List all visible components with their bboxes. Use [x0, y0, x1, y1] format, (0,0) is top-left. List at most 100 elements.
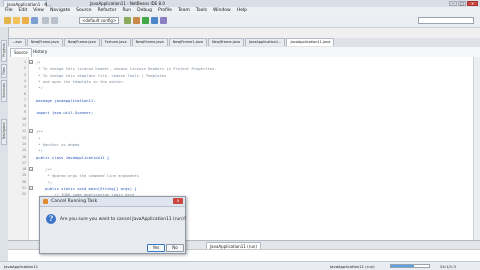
editor-scrollbar[interactable]: [473, 57, 480, 240]
line-number: 10: [22, 116, 26, 121]
dialog-title: Cancel Running Task: [51, 199, 98, 204]
code-line: import java.util.Scanner;: [36, 110, 94, 116]
menu-item-view[interactable]: View: [33, 7, 44, 15]
run-progress-bar: [390, 264, 430, 268]
menu-bar: File Edit View Navigate Source Refactor Run Deb…: [0, 7, 480, 15]
minimize-button[interactable]: –: [449, 1, 457, 6]
save-all-icon[interactable]: [31, 17, 38, 24]
tab-source[interactable]: Source: [10, 48, 32, 57]
menu-item-tools[interactable]: Tools: [196, 7, 207, 15]
line-number: 13: [22, 135, 26, 140]
code-line: * To change this template file, choose T…: [36, 72, 167, 78]
status-bar: JavaApplication11 JavaApplication11 (run…: [0, 261, 480, 270]
editor-tab[interactable]: JavaApplication11.java: [286, 38, 335, 46]
line-number: 7: [24, 97, 26, 102]
fold-toggle-icon[interactable]: −: [29, 167, 33, 172]
code-line: package javaapplication11;: [36, 97, 96, 103]
line-number: 9: [24, 110, 26, 115]
editor-tab[interactable]: ...ava: [8, 38, 26, 46]
fold-toggle-icon[interactable]: −: [29, 129, 33, 134]
search-input[interactable]: [418, 17, 474, 24]
code-line: *: [36, 135, 41, 141]
ide-window: JavaApplication1 - N... JavaApplication1…: [0, 0, 480, 270]
redo-icon[interactable]: [51, 17, 58, 24]
menu-item-edit[interactable]: Edit: [19, 7, 28, 15]
undo-icon[interactable]: [42, 17, 49, 24]
maximize-button[interactable]: □: [458, 1, 466, 6]
status-caret-position: 24:1/1:3: [440, 264, 456, 269]
code-line: * @author us.ahmed: [36, 141, 80, 147]
editor-tab[interactable]: Fortune.java: [100, 38, 131, 46]
editor-tab[interactable]: NewJFrame1.java: [168, 38, 207, 46]
code-line: public class JavaApplication11 {: [36, 154, 110, 160]
rail-tab-navigator[interactable]: Navigator: [1, 119, 7, 145]
line-number: 1: [24, 60, 26, 64]
editor-tab[interactable]: NewJFrame.java: [26, 38, 63, 46]
tab-history[interactable]: History: [30, 48, 50, 56]
editor-tab[interactable]: JavaApplication1...: [244, 38, 286, 46]
line-number: 12: [22, 129, 26, 134]
editor-tab[interactable]: NewJFrame.java: [207, 38, 244, 46]
build-icon[interactable]: [124, 17, 131, 24]
run-progress-fill: [391, 265, 414, 267]
line-number: 14: [22, 141, 26, 146]
line-number: 11: [22, 123, 26, 127]
code-line: /*: [36, 60, 41, 65]
line-number: 15: [22, 148, 26, 153]
debug-icon[interactable]: [151, 17, 158, 24]
menu-item-source[interactable]: Source: [76, 7, 91, 15]
rail-tab-services[interactable]: Services: [1, 80, 7, 102]
no-button[interactable]: No: [166, 244, 184, 252]
dialog-close-button[interactable]: x: [173, 198, 183, 204]
editor-tab[interactable]: NewJFrame.java: [131, 38, 168, 46]
menu-item-team[interactable]: Team: [178, 7, 190, 15]
rail-tab-files[interactable]: Files: [1, 64, 7, 78]
fold-toggle-icon[interactable]: −: [29, 186, 33, 190]
code-line: * To change this license header, choose …: [36, 66, 217, 72]
cancel-task-dialog: Cancel Running Task x ? Are you sure you…: [39, 196, 186, 254]
close-window-button[interactable]: ✕: [467, 1, 478, 6]
dialog-message: Are you sure you want to cancel JavaAppl…: [60, 217, 187, 222]
line-number: 17: [22, 160, 26, 165]
code-line: * @param args the command line arguments: [36, 173, 139, 179]
line-number: 2: [24, 66, 26, 71]
status-running-task[interactable]: JavaApplication11 (run): [330, 264, 375, 269]
line-number: 18: [22, 167, 26, 172]
clean-build-icon[interactable]: [133, 17, 140, 24]
line-number: 16: [22, 154, 26, 159]
window-tab[interactable]: JavaApplication1 - N...: [3, 0, 51, 7]
code-line: public static void main(String[] args) {: [36, 186, 137, 191]
config-select[interactable]: <default config>: [79, 17, 119, 24]
dialog-title-bar: Cancel Running Task x: [40, 197, 185, 207]
profile-icon[interactable]: [160, 17, 167, 24]
netbeans-icon: [43, 199, 48, 204]
menu-item-navigate[interactable]: Navigate: [50, 7, 70, 15]
yes-button[interactable]: Yes: [147, 244, 165, 252]
editor-tab[interactable]: NewJFrame.java: [63, 38, 100, 46]
new-project-icon[interactable]: [13, 17, 20, 24]
line-number: 5: [24, 85, 26, 90]
menu-item-profile[interactable]: Profile: [158, 7, 172, 15]
open-project-icon[interactable]: [22, 17, 29, 24]
code-line: /**: [36, 167, 53, 173]
run-icon[interactable]: [142, 17, 149, 24]
line-number-gutter: 1 2 3 4 5 6 7 8 9 10 11 12 13 14 15 16 17 18 19 20 21 22: [8, 57, 29, 240]
toolbar: <default config>: [0, 15, 480, 28]
line-number: 8: [24, 104, 26, 109]
code-line: */: [36, 179, 53, 185]
menu-item-debug[interactable]: Debug: [137, 7, 152, 15]
fold-toggle-icon[interactable]: −: [29, 60, 33, 64]
menu-item-window[interactable]: Window: [213, 7, 231, 15]
new-file-icon[interactable]: [4, 17, 11, 24]
window-controls: – □ ✕: [449, 1, 478, 6]
menu-item-help[interactable]: Help: [237, 7, 247, 15]
rail-tab-projects[interactable]: Projects: [1, 40, 7, 62]
code-line: */: [36, 85, 43, 91]
code-line: /**: [36, 129, 43, 135]
line-number: 20: [22, 179, 26, 184]
menu-item-file[interactable]: File: [5, 7, 13, 15]
menu-item-run[interactable]: Run: [122, 7, 131, 15]
menu-item-refactor[interactable]: Refactor: [98, 7, 117, 15]
line-number: 19: [22, 173, 26, 178]
question-icon: ?: [46, 214, 56, 224]
